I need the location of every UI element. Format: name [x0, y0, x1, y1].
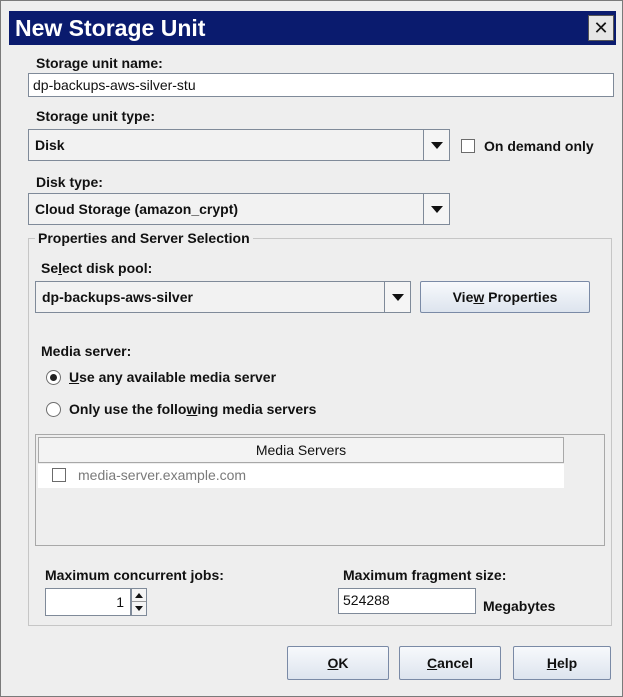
- decrement-arrow-icon[interactable]: [132, 602, 146, 615]
- table-row[interactable]: media-server.example.com: [38, 464, 564, 488]
- disk-type-value: Cloud Storage (amazon_crypt): [35, 201, 239, 217]
- disk-type-label: Disk type:: [36, 174, 103, 190]
- view-properties-button[interactable]: Vie w Properties: [420, 281, 590, 313]
- increment-arrow-icon[interactable]: [132, 589, 146, 602]
- use-any-media-server-radio[interactable]: [46, 370, 61, 385]
- close-button[interactable]: ✕: [588, 15, 614, 41]
- select-disk-pool-label: Select disk pool:: [41, 260, 153, 276]
- use-any-media-server-label: Use any available media server: [69, 369, 277, 385]
- disk-type-select[interactable]: Cloud Storage (amazon_crypt): [28, 193, 450, 225]
- max-fragment-size-label: Maximum fragment size:: [343, 567, 507, 583]
- disk-pool-select[interactable]: dp-backups-aws-silver: [35, 281, 411, 313]
- megabytes-unit-label: Megabytes: [483, 598, 556, 614]
- close-icon: ✕: [593, 18, 609, 38]
- only-following-media-servers-radio[interactable]: [46, 402, 61, 417]
- dialog-title: New Storage Unit: [15, 15, 206, 41]
- max-fragment-size-input[interactable]: 524288: [338, 588, 476, 614]
- storage-unit-type-select[interactable]: Disk: [28, 129, 450, 161]
- ok-button[interactable]: OK: [287, 646, 389, 680]
- cancel-button[interactable]: Cancel: [399, 646, 501, 680]
- storage-unit-name-label: Storage unit name:: [36, 55, 163, 71]
- media-server-label: Media server:: [41, 343, 132, 359]
- only-following-media-servers-label: Only use the following media servers: [69, 401, 317, 417]
- chevron-down-icon[interactable]: [384, 282, 410, 312]
- chevron-down-icon[interactable]: [423, 194, 449, 224]
- on-demand-only-label: On demand only: [484, 138, 594, 154]
- chevron-down-icon[interactable]: [423, 130, 449, 160]
- media-servers-table: Media Servers media-server.example.com: [35, 434, 605, 546]
- max-concurrent-jobs-stepper[interactable]: [131, 588, 147, 616]
- max-concurrent-jobs-label: Maximum concurrent jobs:: [45, 567, 224, 583]
- title-bar[interactable]: New Storage Unit ✕: [9, 11, 616, 45]
- disk-pool-value: dp-backups-aws-silver: [42, 289, 193, 305]
- properties-group-title: Properties and Server Selection: [35, 230, 253, 246]
- on-demand-only-checkbox[interactable]: [461, 139, 475, 153]
- media-server-name: media-server.example.com: [78, 467, 247, 483]
- dialog-window: New Storage Unit ✕ Storage unit name: dp…: [0, 0, 623, 697]
- media-server-checkbox[interactable]: [52, 468, 66, 482]
- help-button[interactable]: Help: [513, 646, 611, 680]
- media-servers-column-header[interactable]: Media Servers: [38, 437, 564, 463]
- max-concurrent-jobs-input[interactable]: 1: [45, 588, 131, 616]
- storage-unit-name-input[interactable]: dp-backups-aws-silver-stu: [28, 73, 614, 97]
- storage-unit-type-value: Disk: [35, 137, 65, 153]
- storage-unit-type-label: Storage unit type:: [36, 108, 156, 124]
